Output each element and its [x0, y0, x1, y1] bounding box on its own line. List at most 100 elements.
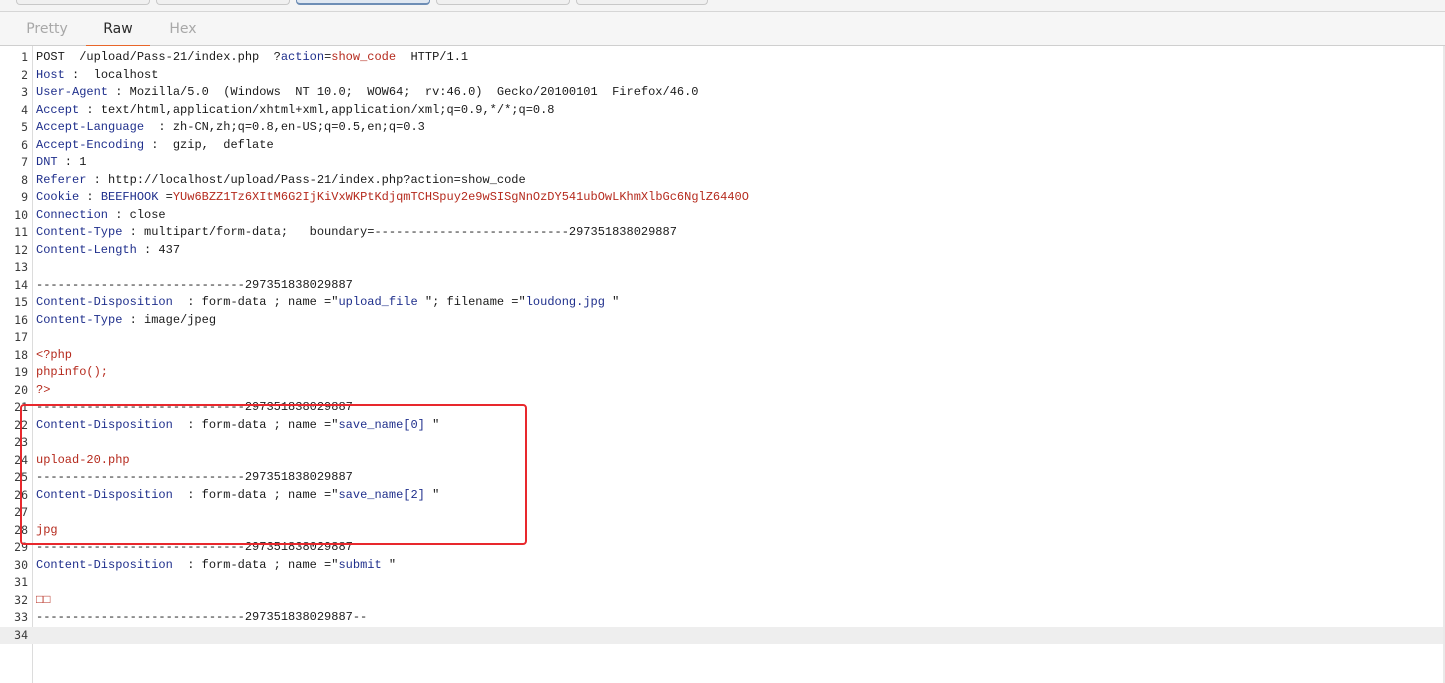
code-token: ": [424, 487, 440, 502]
line-number: 4: [21, 102, 28, 117]
code-token: : 1: [57, 155, 87, 169]
code-line[interactable]: 6 Accept-Encoding : gzip, deflate: [0, 137, 1445, 155]
code-token: : Mozilla/5.0 (Windows NT 10.0; WOW64; r…: [108, 85, 699, 99]
code-line[interactable]: 4 Accept : text/html,application/xhtml+xm…: [0, 102, 1445, 120]
line-number: 19: [14, 365, 28, 379]
toolbar-button-4[interactable]: [436, 0, 570, 5]
code-token: ": [381, 557, 397, 572]
code-line[interactable]: 10 Connection : close: [0, 207, 1445, 225]
code-line[interactable]: 29 -----------------------------297351838…: [0, 539, 1445, 557]
code-token: Cookie: [36, 190, 80, 204]
code-token: ?>: [36, 382, 51, 397]
line-number: 34: [14, 627, 28, 642]
code-token: Content-Disposition: [36, 417, 173, 432]
line-number: 15: [14, 295, 28, 309]
code-token: HTTP/1.1: [396, 50, 469, 64]
code-line[interactable]: 24 upload-20.php: [0, 452, 1445, 470]
code-line[interactable]: 25 -----------------------------297351838…: [0, 469, 1445, 487]
code-line[interactable]: 17: [0, 329, 1445, 347]
line-text: -----------------------------29735183802…: [36, 539, 353, 557]
line-number: 26: [14, 487, 28, 502]
code-line[interactable]: 20 ?>: [0, 382, 1445, 400]
code-line[interactable]: 26 Content-Disposition : form-data ; name…: [0, 487, 1445, 505]
code-line[interactable]: 18 <?php: [0, 347, 1445, 365]
line-number: 13: [14, 260, 28, 274]
line-number: 2: [21, 67, 28, 82]
line-text: Content-Disposition : form-data ; name =…: [36, 487, 439, 505]
code-token: :: [79, 190, 101, 204]
code-token: Accept: [36, 102, 80, 117]
code-line[interactable]: 22 Content-Disposition : form-data ; name…: [0, 417, 1445, 435]
code-line[interactable]: 28 jpg: [0, 522, 1445, 540]
code-line[interactable]: 19 phpinfo();: [0, 364, 1445, 382]
line-text: POST /upload/Pass-21/index.php ?action=s…: [36, 49, 468, 67]
code-line[interactable]: 5 Accept-Language : zh-CN,zh;q=0.8,en-US;…: [0, 119, 1445, 137]
code-token: -----------------------------29735183802…: [36, 277, 353, 292]
toolbar-button-active[interactable]: [296, 0, 430, 5]
code-line[interactable]: 27: [0, 504, 1445, 522]
code-line[interactable]: 3 User-Agent : Mozilla/5.0 (Windows NT 10…: [0, 84, 1445, 102]
tab-pretty[interactable]: Pretty: [16, 12, 78, 46]
line-text: Host : localhost: [36, 67, 158, 85]
code-token: : localhost: [64, 67, 159, 82]
code-line[interactable]: 12 Content-Length : 437: [0, 242, 1445, 260]
line-number: 29: [14, 540, 28, 554]
code-line[interactable]: 34: [0, 626, 1445, 644]
code-token: =: [158, 190, 173, 204]
code-token: : 437: [136, 242, 181, 257]
code-line[interactable]: 7 DNT : 1: [0, 154, 1445, 172]
code-line[interactable]: 23: [0, 434, 1445, 452]
tab-raw[interactable]: Raw: [86, 12, 150, 47]
code-line[interactable]: 21 -----------------------------297351838…: [0, 399, 1445, 417]
line-number: 25: [14, 470, 28, 484]
line-text: jpg: [36, 522, 58, 540]
code-token: : close: [108, 207, 166, 222]
toolbar-button-5[interactable]: [576, 0, 708, 5]
code-token: Content-Disposition: [36, 295, 173, 309]
code-line[interactable]: 31: [0, 574, 1445, 592]
code-token: loudong.jpg: [525, 295, 605, 309]
raw-request-editor[interactable]: 1 POST /upload/Pass-21/index.php ?action=…: [0, 46, 1445, 683]
code-token: Host: [36, 67, 65, 82]
toolbar-button-2[interactable]: [156, 0, 290, 5]
code-token: Content-Disposition: [36, 557, 173, 572]
code-line[interactable]: 9 Cookie : BEEFHOOK =YUw6BZZ1Tz6XItM6G2Ij…: [0, 189, 1445, 207]
code-line[interactable]: 8 Referer : http://localhost/upload/Pass-…: [0, 172, 1445, 190]
code-token: Content-Disposition: [36, 487, 173, 502]
line-text: ?>: [36, 382, 50, 400]
line-number: 33: [14, 610, 28, 624]
code-line[interactable]: 14 -----------------------------297351838…: [0, 277, 1445, 295]
line-number: 3: [21, 85, 28, 99]
code-token: action: [280, 50, 325, 64]
code-token: : http://localhost/upload/Pass-21/index.…: [86, 172, 526, 187]
line-number: 24: [14, 452, 28, 467]
toolbar-button-1[interactable]: [16, 0, 150, 5]
line-number: 27: [14, 505, 28, 519]
line-number: 28: [14, 522, 28, 537]
line-text: Accept : text/html,application/xhtml+xml…: [36, 102, 555, 120]
code-line[interactable]: 2 Host : localhost: [0, 67, 1445, 85]
line-number: 23: [14, 435, 28, 449]
tab-hex[interactable]: Hex: [152, 12, 214, 46]
code-line[interactable]: 30 Content-Disposition : form-data ; name…: [0, 557, 1445, 575]
line-text: Content-Disposition : form-data ; name =…: [36, 417, 439, 435]
code-line[interactable]: 16 Content-Type : image/jpeg: [0, 312, 1445, 330]
code-line[interactable]: 1 POST /upload/Pass-21/index.php ?action=…: [0, 49, 1445, 67]
code-token: Content-Type: [36, 312, 123, 327]
code-token: : form-data ; name =": [172, 557, 339, 572]
line-number: 18: [14, 347, 28, 362]
code-line[interactable]: 15 Content-Disposition : form-data ; name…: [0, 294, 1445, 312]
code-token: : form-data ; name =": [172, 487, 339, 502]
code-token: show_code: [331, 50, 397, 64]
code-line[interactable]: 33 -----------------------------297351838…: [0, 609, 1445, 627]
code-token: -----------------------------29735183802…: [36, 610, 368, 624]
line-number: 11: [14, 225, 28, 239]
code-line[interactable]: 32 □□: [0, 592, 1445, 610]
line-text: Content-Length : 437: [36, 242, 180, 260]
code-line[interactable]: 13: [0, 259, 1445, 277]
code-token: YUw6BZZ1Tz6XItM6G2IjKiVxWKPtKdjqmTCHSpuy…: [172, 190, 749, 204]
code-token: : zh-CN,zh;q=0.8,en-US;q=0.5,en;q=0.3: [144, 120, 425, 134]
code-token: Accept-Language: [36, 120, 145, 134]
code-line[interactable]: 11 Content-Type : multipart/form-data; bo…: [0, 224, 1445, 242]
code-token: Content-Length: [36, 242, 137, 257]
